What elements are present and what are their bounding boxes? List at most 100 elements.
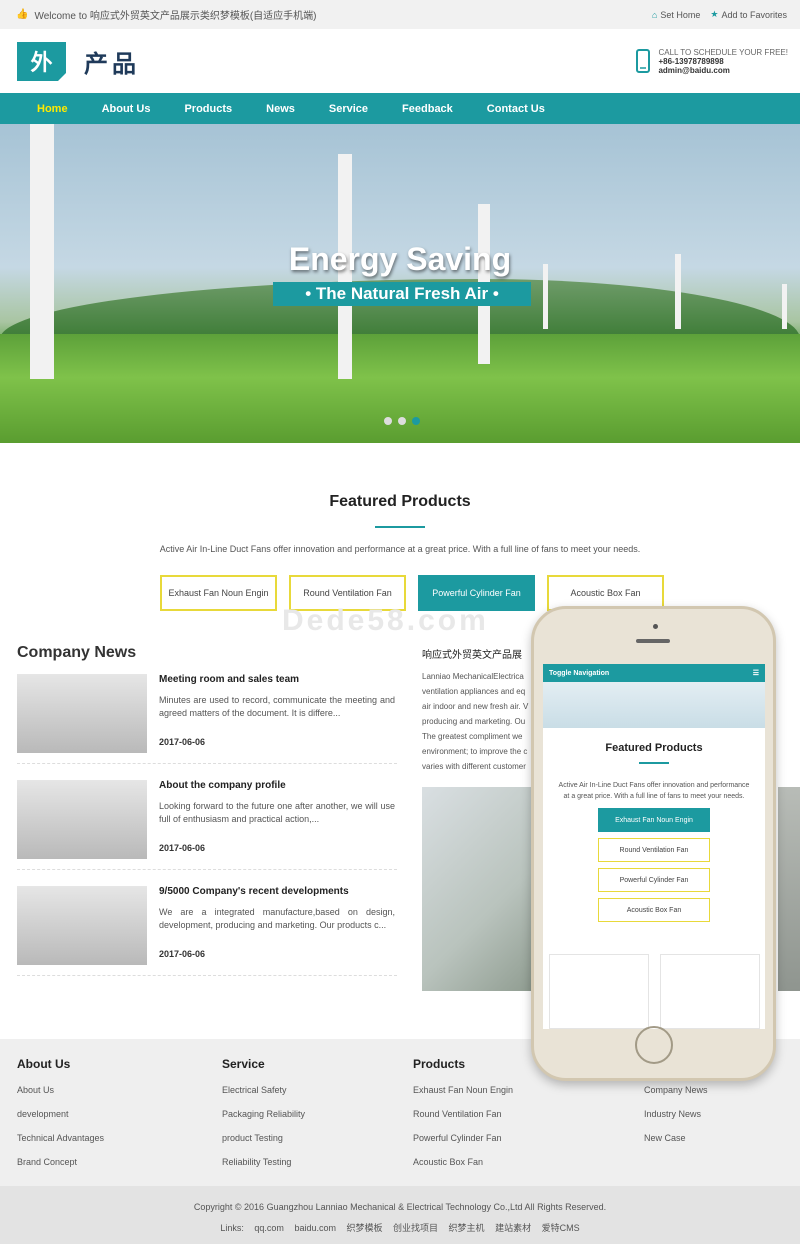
nav-home[interactable]: Home [20,103,85,115]
phone-home-button [635,1026,673,1064]
about-line: Lanniao MechanicalElectrica [422,672,524,681]
footer-link[interactable]: Electrical Safety [222,1085,305,1095]
nav-about[interactable]: About Us [85,103,168,115]
footer-link[interactable]: New Case [644,1133,708,1143]
wind-turbine [782,284,787,329]
friend-link[interactable]: 创业找项目 [393,1223,438,1233]
logo-mark: 外 [17,41,66,81]
footer-link[interactable]: About Us [17,1085,104,1095]
main-nav: Home About Us Products News Service Feed… [0,93,800,124]
featured-title: Featured Products [329,493,471,510]
news-item[interactable]: 9/5000 Company's recent developments We … [17,886,397,976]
footer-link[interactable]: Brand Concept [17,1157,104,1167]
hero-title: Energy Saving [288,241,512,277]
about-image [422,787,538,991]
news-item[interactable]: About the company profile Looking forwar… [17,780,397,870]
footer-link[interactable]: Exhaust Fan Noun Engin [413,1085,513,1095]
news-thumbnail[interactable] [17,886,147,965]
news-thumbnail[interactable] [17,780,147,859]
phone-mockup: Toggle Navigation ☰ Featured Products Ac… [531,606,776,1081]
news-title: Company News [17,644,137,661]
title-underline [375,526,425,528]
friend-link[interactable]: 织梦模板 [346,1223,382,1233]
nav-feedback[interactable]: Feedback [385,103,470,115]
slider-dot[interactable] [384,417,392,425]
nav-products[interactable]: Products [167,103,249,115]
footer-service-title: Service [222,1057,265,1071]
footer-link[interactable]: Powerful Cylinder Fan [413,1133,513,1143]
footer-news: Company News Industry News New Case [644,1085,708,1157]
friend-links: Links: qq.com baidu.com 织梦模板 创业找项目 织梦主机 … [0,1221,800,1234]
logo-text: 产品 [84,50,140,78]
star-icon: ★ [710,9,719,19]
side-image [778,787,800,991]
mobile-product-card[interactable] [549,954,649,1029]
footer-link[interactable]: Round Ventilation Fan [413,1109,513,1119]
footer-about-title: About Us [17,1057,71,1071]
featured-section: Featured Products Active Air In-Line Duc… [0,493,800,554]
mobile-nav[interactable]: Toggle Navigation ☰ [543,664,765,682]
news-item-date: 2017-06-06 [159,737,206,747]
tab-exhaust-fan[interactable]: Exhaust Fan Noun Engin [160,575,277,611]
about-line: varies with different customer [422,762,526,771]
footer-link[interactable]: Acoustic Box Fan [413,1157,513,1167]
contact-email[interactable]: admin@baidu.com [658,66,729,75]
hero-field [0,334,800,443]
slider-dots [384,417,420,425]
about-line: air indoor and new fresh air. V [422,702,529,711]
mobile-featured-desc: Active Air In-Line Duct Fans offer innov… [558,782,750,800]
news-item-desc: Minutes are used to record, communicate … [159,695,395,718]
news-thumbnail[interactable] [17,674,147,753]
about-line: environment; to improve the c [422,747,528,756]
hamburger-icon[interactable]: ☰ [753,669,759,677]
mobile-tab[interactable]: Round Ventilation Fan [598,838,710,862]
footer-link[interactable]: Packaging Reliability [222,1109,305,1119]
phone-speaker [636,639,670,643]
footer-products: Products Exhaust Fan Noun Engin Round Ve… [413,1057,513,1181]
footer-link[interactable]: Industry News [644,1109,708,1119]
footer-about: About Us About Us development Technical … [17,1057,104,1181]
slider-dot[interactable] [398,417,406,425]
phone-screen: Toggle Navigation ☰ Featured Products Ac… [543,664,765,1029]
nav-news[interactable]: News [249,103,312,115]
about-title: 响应式外贸英文产品展 [422,650,522,661]
contact-label: CALL TO SCHEDULE YOUR FREE! [658,47,788,57]
mobile-nav-label[interactable]: Toggle Navigation [549,670,609,677]
nav-contact[interactable]: Contact Us [470,103,562,115]
friend-link[interactable]: qq.com [254,1223,284,1233]
featured-desc: Active Air In-Line Duct Fans offer innov… [159,544,641,554]
phone-icon [636,49,651,73]
news-item-title[interactable]: 9/5000 Company's recent developments [159,886,349,897]
nav-service[interactable]: Service [312,103,385,115]
friend-link[interactable]: baidu.com [294,1223,336,1233]
mobile-tab[interactable]: Powerful Cylinder Fan [598,868,710,892]
news-item[interactable]: Meeting room and sales team Minutes are … [17,674,397,764]
watermark: Dede58.com [282,604,489,637]
friend-link[interactable]: 织梦主机 [449,1223,485,1233]
copyright-bar: Copyright © 2016 Guangzhou Lanniao Mecha… [0,1186,800,1244]
favorites-link[interactable]: ★ Add to Favorites [710,9,787,20]
footer-link[interactable]: development [17,1109,104,1119]
friend-link[interactable]: 爱特CMS [542,1223,580,1233]
thumbs-up-icon: 👍 [16,9,29,20]
logo[interactable]: 外 产品 [17,41,140,81]
top-bar: 👍 Welcome to 响应式外贸英文产品展示类织梦模板(自适应手机端) ⌂ S… [0,0,800,29]
mobile-title-underline [639,762,669,764]
mobile-product-card[interactable] [660,954,760,1029]
mobile-tab[interactable]: Exhaust Fan Noun Engin [598,808,710,832]
news-item-title[interactable]: About the company profile [159,780,286,791]
links-label: Links: [220,1223,244,1233]
mobile-tab[interactable]: Acoustic Box Fan [598,898,710,922]
footer-link[interactable]: Company News [644,1085,708,1095]
news-item-title[interactable]: Meeting room and sales team [159,674,299,685]
slider-dot-active[interactable] [412,417,420,425]
footer-link[interactable]: Technical Advantages [17,1133,104,1143]
set-home-link[interactable]: ⌂ Set Home [652,9,700,20]
footer-link[interactable]: Reliability Testing [222,1157,305,1167]
friend-link[interactable]: 建站素材 [495,1223,531,1233]
home-icon: ⌂ [651,9,658,20]
news-item-date: 2017-06-06 [159,843,206,853]
footer-link[interactable]: product Testing [222,1133,305,1143]
hero-banner[interactable]: Energy Saving • The Natural Fresh Air • [0,124,800,443]
footer-service: Service Electrical Safety Packaging Reli… [222,1057,305,1181]
